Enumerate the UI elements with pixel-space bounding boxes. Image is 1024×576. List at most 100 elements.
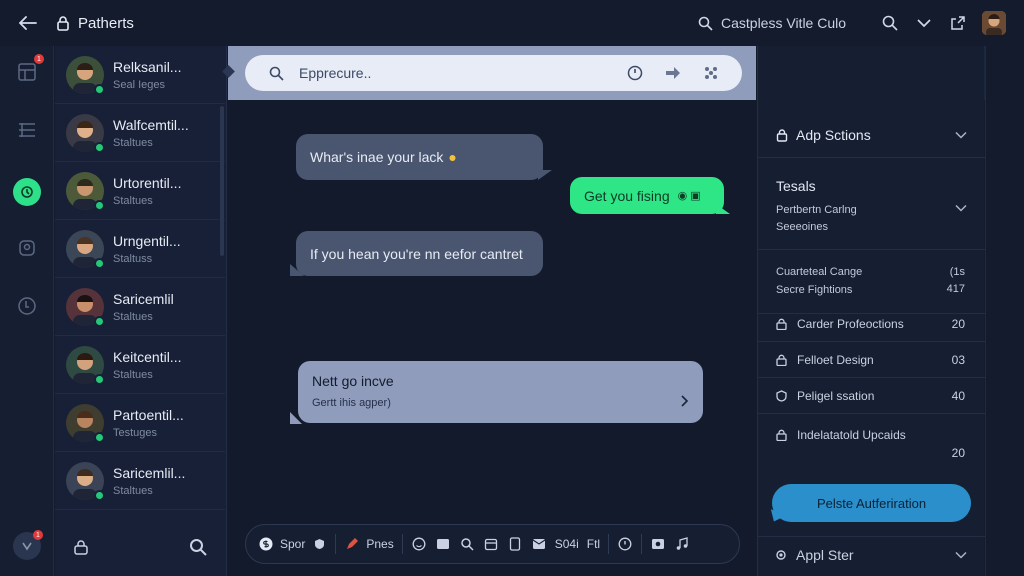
detail-row[interactable]: Felloet Design 03 — [758, 342, 985, 378]
search-icon[interactable] — [880, 13, 900, 33]
contact-item[interactable]: Keitcentil... Staltues — [55, 336, 225, 394]
calendar-icon[interactable] — [483, 536, 499, 552]
dot-icon — [776, 549, 786, 560]
contact-status: Seal Ieges — [113, 78, 165, 91]
mail-icon[interactable] — [531, 536, 547, 552]
online-status-icon — [94, 257, 105, 269]
detail-row[interactable]: Indelatatold Upcaids 20 — [758, 414, 985, 466]
rail-list[interactable] — [13, 116, 41, 144]
footer-label: Appl Ster — [796, 546, 854, 563]
message-bubble[interactable]: Whar's inae your lack ● — [296, 134, 543, 180]
online-status-icon — [94, 141, 105, 153]
chevron-down-icon[interactable] — [914, 13, 934, 33]
contacts-footer — [55, 520, 225, 574]
right-edge-strip — [985, 46, 1024, 576]
composer-chip-label[interactable]: Ftl — [587, 537, 600, 551]
contact-item[interactable]: Saricemlil Staltues — [55, 278, 225, 336]
contact-avatar — [66, 113, 105, 153]
clock-icon[interactable] — [617, 536, 633, 552]
detail-value: 20 — [951, 316, 965, 331]
message-text: Whar's inae your lack — [310, 149, 444, 165]
smile-icon[interactable] — [411, 536, 427, 552]
shield-icon — [311, 536, 327, 552]
send-arrow-icon[interactable] — [658, 66, 688, 80]
user-avatar[interactable] — [982, 11, 1006, 35]
message-bubble[interactable]: If you hean you're nn eefor cantret — [296, 231, 543, 276]
message-text: Get you fising — [584, 187, 670, 204]
totals-section[interactable]: Tesals Pertbertn Carlng Seeeoines — [758, 172, 985, 250]
contact-avatar — [66, 287, 105, 327]
stat-label: Cuarteteal Cange — [776, 266, 863, 278]
contact-item[interactable]: Partoentil... Testuges — [55, 394, 225, 452]
contact-item[interactable]: Urtorentil... Staltues — [55, 162, 225, 220]
message-bubble-out[interactable]: Get you fising ◉ ▣ — [570, 177, 724, 214]
clock-icon — [13, 292, 41, 320]
chat-panel: Epprecure.. Whar's inae your lack ● Get … — [222, 46, 756, 576]
composer-chip-pnes[interactable]: Pnes — [344, 536, 394, 552]
rail-badge: 1 — [34, 54, 44, 64]
authorization-button[interactable]: Pelste Autferiration — [772, 484, 971, 522]
rail-contacts[interactable] — [13, 234, 41, 262]
image-icon[interactable] — [435, 536, 451, 552]
contact-scrollbar[interactable] — [220, 106, 224, 256]
rail-chats[interactable] — [13, 178, 41, 206]
contact-avatar — [66, 171, 105, 211]
online-status-icon — [94, 83, 105, 95]
file-icon[interactable] — [507, 536, 523, 552]
contact-status: Staltues — [113, 136, 153, 149]
bubble-tail — [538, 170, 552, 180]
composer-chip-spor[interactable]: Spor — [258, 536, 327, 552]
details-pane: Adp Sctions Tesals Pertbertn Carlng Seee… — [757, 46, 985, 576]
list-icon — [13, 116, 41, 144]
settings-grid-icon[interactable] — [696, 65, 726, 81]
section-title: Tesals — [776, 178, 816, 194]
section-subtitle: Pertbertn Carlng — [776, 204, 857, 216]
timer-icon[interactable] — [620, 65, 650, 81]
chevron-down-icon — [955, 204, 967, 212]
search-icon — [261, 66, 291, 81]
contact-name: Urngentil... — [113, 232, 181, 249]
rail-profile[interactable]: 1 — [13, 530, 43, 560]
detail-row[interactable]: Peligel ssation 40 — [758, 378, 985, 414]
contact-item[interactable]: Relksanil... Seal Ieges — [55, 46, 225, 104]
lock-icon[interactable] — [73, 539, 89, 555]
contact-name: Keitcentil... — [113, 348, 182, 365]
contact-status: Staltues — [113, 368, 153, 381]
app-sections-header[interactable]: Adp Sctions — [758, 112, 985, 158]
contact-name: Partoentil... — [113, 406, 184, 423]
chat-search[interactable]: Epprecure.. — [245, 55, 742, 91]
back-button[interactable] — [0, 0, 56, 46]
shield-icon — [776, 389, 787, 402]
contact-item[interactable]: Walfcemtil... Staltues — [55, 104, 225, 162]
contact-avatar — [66, 461, 105, 501]
chat-search-input[interactable]: Epprecure.. — [299, 65, 371, 81]
lock-icon — [776, 429, 787, 441]
search-icon — [698, 16, 713, 31]
rail-dashboard[interactable]: 1 — [13, 54, 44, 86]
app-filter-footer[interactable]: Appl Ster — [758, 536, 985, 572]
contact-item[interactable]: Urngentil... Staltuss — [55, 220, 225, 278]
divider — [401, 534, 403, 554]
search-icon[interactable] — [459, 536, 475, 552]
composer-chip-label[interactable]: S04i — [555, 537, 579, 551]
photo-icon[interactable] — [650, 536, 666, 552]
rail-bottom-badge: 1 — [33, 530, 43, 540]
lock-icon — [56, 15, 70, 31]
search-icon[interactable] — [189, 538, 207, 556]
online-status-icon — [94, 431, 105, 443]
chevron-down-icon — [955, 551, 967, 559]
contact-item[interactable]: Saricemlil... Staltues — [55, 452, 225, 510]
music-icon[interactable] — [674, 536, 690, 552]
contact-avatar — [66, 55, 105, 95]
external-link-icon[interactable] — [948, 13, 968, 33]
detail-row[interactable]: Carder Profeoctions 20 — [758, 306, 985, 342]
contact-name: Urtorentil... — [113, 174, 182, 191]
link-card[interactable]: Nett go incve Gertt ihis agper) — [298, 361, 703, 423]
detail-label: Peligel ssation — [797, 388, 875, 403]
bubble-tail — [290, 264, 304, 276]
top-bar: Patherts Castpless Vitle Culo — [0, 0, 1024, 46]
stat-value: 417 — [946, 283, 965, 295]
top-search-label: Castpless Vitle Culo — [721, 15, 847, 31]
top-search[interactable]: Castpless Vitle Culo — [698, 0, 846, 46]
rail-history[interactable] — [13, 292, 41, 320]
